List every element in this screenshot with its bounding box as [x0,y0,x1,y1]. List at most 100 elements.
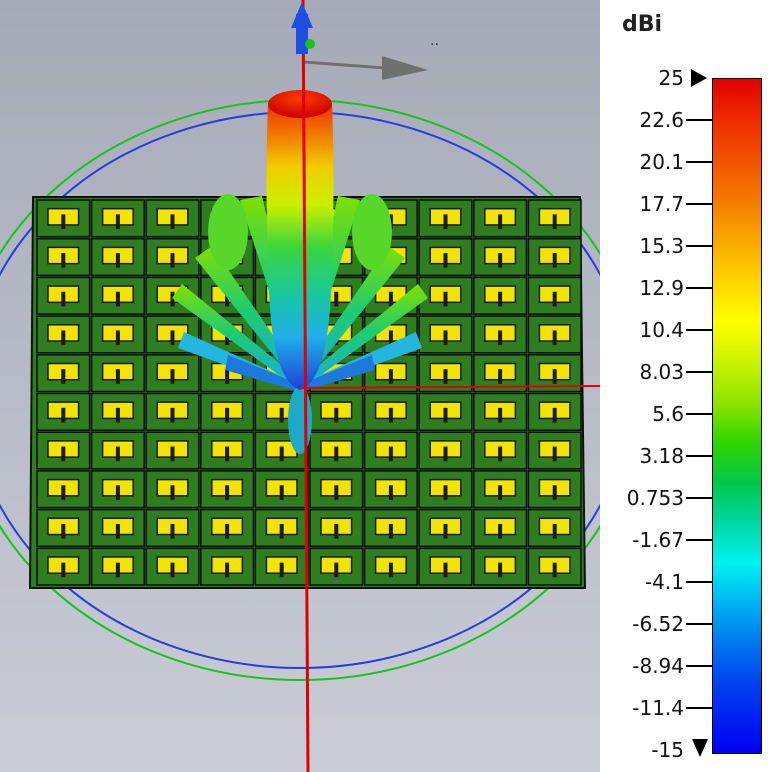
legend-tick-mark [686,371,712,373]
patch-feed-line [225,407,230,423]
3d-viewport[interactable]: .. [0,0,600,772]
patch-feed-line [170,523,175,539]
patch-feed-line [61,446,66,462]
legend-tick-label: 3.18 [639,444,684,468]
patch-feed-line [443,214,448,229]
patch-feed-line [388,369,393,384]
legend-tick-label: 8.03 [639,360,684,384]
legend-tick-mark [686,329,712,331]
patch-feed-line [498,330,503,346]
legend-tick-label: -6.52 [632,612,684,636]
legend-tick-label: -4.1 [644,570,684,594]
legend-unit-label: dBi [622,12,663,37]
legend-tick-label: 15.3 [639,234,684,258]
main-lobe-tip [268,90,332,118]
patch-feed-line [170,369,175,384]
patch-feed-line [552,330,557,346]
patch-feed-line [115,253,120,268]
legend-tick-label: -11.4 [632,696,684,720]
patch-feed-line [552,485,557,500]
patch-feed-line [279,523,284,539]
legend-tick-label: 12.9 [639,276,684,300]
legend-tick-mark [686,119,712,121]
patch-feed-line [334,562,339,578]
patch-feed-line [498,369,503,384]
blue-axis-arrowhead [291,2,313,28]
patch-feed-line [115,446,120,462]
legend-tick-label: -1.67 [632,528,684,552]
patch-feed-line [170,485,175,500]
legend-tick-mark [686,539,712,541]
legend-tick-label: 5.6 [652,402,684,426]
patch-feed-line [443,523,448,539]
patch-feed-line [552,407,557,423]
color-legend: dBi 25 22.6 20.1 17.7 15.3 12.9 10.4 8.03 5.6 3.1… [600,0,772,772]
patch-feed-line [498,485,503,500]
patch-feed-line [61,369,66,384]
patch-feed-line [388,407,393,423]
legend-tick-mark [686,455,712,457]
patch-feed-line [61,291,66,307]
patch-feed-line [388,523,393,539]
patch-feed-line [498,562,503,578]
patch-feed-line [170,253,175,268]
legend-tick-label: 17.7 [639,192,684,216]
patch-feed-line [170,214,175,229]
patch-feed-line [552,253,557,268]
legend-max-arrow-icon[interactable] [691,69,707,87]
patch-feed-line [279,562,284,578]
patch-feed-line [498,253,503,268]
patch-feed-line [498,291,503,307]
patch-feed-line [225,523,230,539]
patch-feed-line [279,407,284,423]
patch-feed-line [443,369,448,384]
legend-tick-label: 22.6 [639,108,684,132]
gray-axis-line [303,60,386,70]
patch-feed-line [225,446,230,462]
patch-feed-line [61,407,66,423]
patch-feed-line [334,291,339,307]
patch-feed-line [170,407,175,423]
legend-tick-mark [686,161,712,163]
main-lobe [266,92,334,390]
patch-feed-line [170,562,175,578]
patch-feed-line [61,523,66,539]
patch-feed-line [552,369,557,384]
patch-feed-line [443,485,448,500]
patch-feed-line [170,446,175,462]
legend-tick-label: -8.94 [632,654,684,678]
patch-feed-line [334,485,339,500]
colorbar [712,78,762,754]
gray-axis-arrowhead [382,56,428,80]
legend-tick-label: 10.4 [639,318,684,342]
side-lobe [352,194,392,270]
patch-feed-line [279,485,284,500]
side-lobe [208,194,248,270]
patch-feed-line [552,523,557,539]
patch-feed-line [443,330,448,346]
legend-tick-mark [686,707,712,709]
patch-feed-line [115,214,120,229]
legend-min-arrow-icon[interactable] [692,739,708,757]
patch-feed-line [552,446,557,462]
patch-feed-line [388,446,393,462]
patch-feed-line [115,407,120,423]
patch-feed-line [115,330,120,346]
radiation-pattern-scene[interactable]: .. [0,0,600,772]
patch-feed-line [61,330,66,346]
patch-feed-line [498,523,503,539]
patch-feed-line [552,291,557,307]
legend-tick-label: -15 [651,738,684,762]
patch-feed-line [552,562,557,578]
legend-tick-mark [686,287,712,289]
legend-tick-mark [686,581,712,583]
legend-tick-mark [686,203,712,205]
patch-feed-line [225,485,230,500]
legend-tick-mark [686,245,712,247]
legend-tick-mark [686,413,712,415]
patch-feed-line [498,407,503,423]
gray-axis-label: .. [430,33,439,49]
patch-feed-line [388,291,393,307]
patch-feed-line [279,446,284,462]
patch-feed-line [443,562,448,578]
